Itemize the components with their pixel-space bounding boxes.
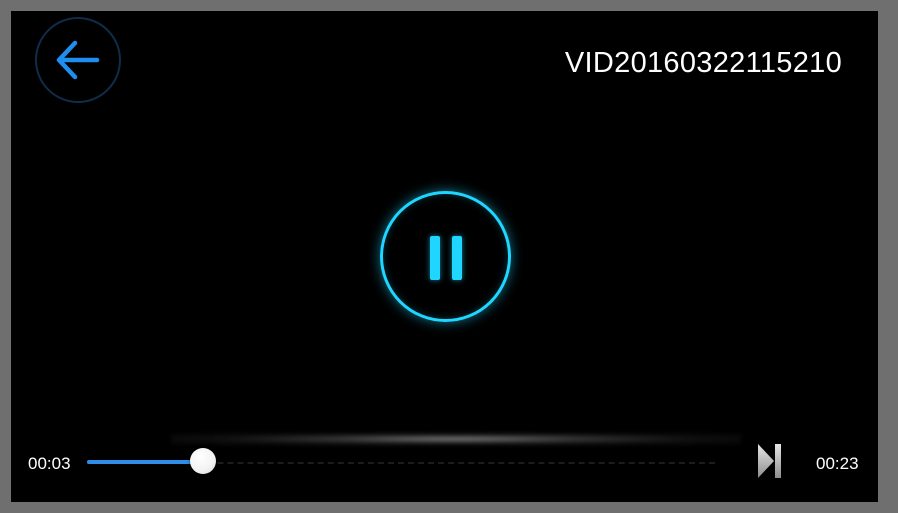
- video-player-screen: VID20160322115210 00:03 00:23: [11, 11, 878, 502]
- pause-icon-bar: [452, 236, 462, 280]
- progress-glow: [171, 433, 741, 445]
- video-title: VID20160322115210: [564, 47, 842, 79]
- arrow-left-icon: [56, 40, 100, 80]
- seek-bar[interactable]: [87, 448, 715, 474]
- skip-next-icon: [758, 444, 781, 478]
- back-button[interactable]: [35, 17, 121, 103]
- current-time: 00:03: [28, 454, 71, 473]
- pause-button[interactable]: [380, 191, 511, 322]
- seek-bar-fill: [87, 460, 203, 464]
- pause-icon: [430, 236, 440, 280]
- skip-next-button[interactable]: [756, 443, 784, 479]
- seek-bar-thumb[interactable]: [190, 448, 216, 474]
- total-time: 00:23: [816, 454, 859, 473]
